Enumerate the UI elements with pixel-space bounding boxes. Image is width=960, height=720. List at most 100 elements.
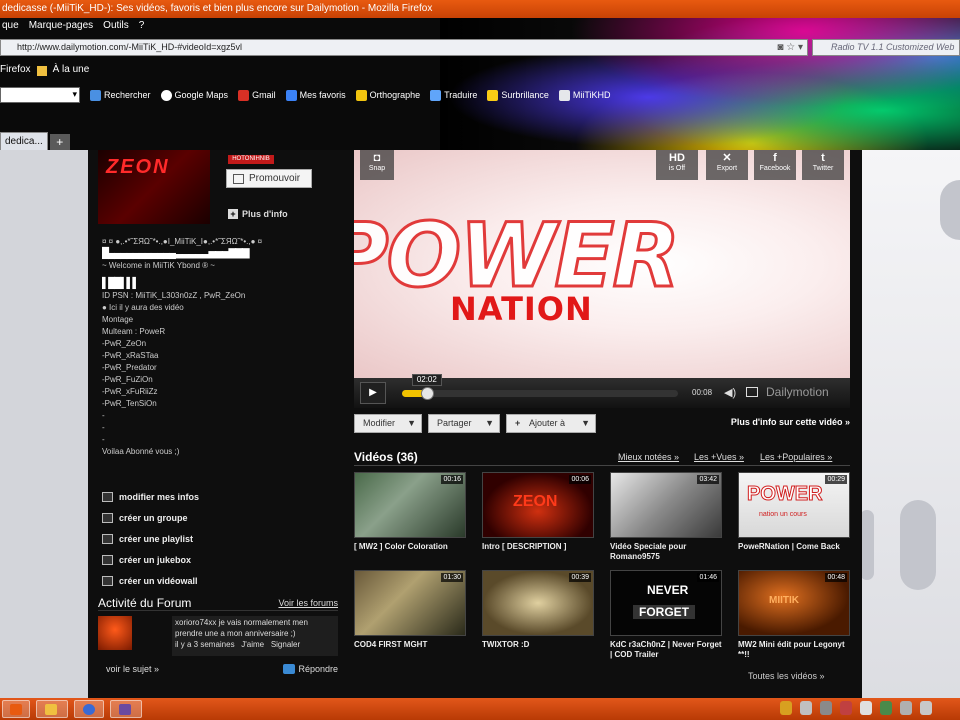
chevron-down-icon: ▼	[407, 418, 416, 428]
hd-toggle-button[interactable]: HD is Off	[656, 150, 698, 180]
view-subject-link[interactable]: voir le sujet »	[106, 664, 159, 674]
more-video-info-link[interactable]: Plus d'info sur cette vidéo »	[731, 417, 850, 427]
video-player[interactable]: POWER NATION ◘ Snap HD is Off ✕ Export f…	[354, 150, 850, 408]
video-title-link[interactable]: Vidéo Speciale pour Romano9575	[610, 542, 726, 562]
tab-active[interactable]: dedica...	[0, 132, 48, 150]
video-thumbnail[interactable]: 01:30	[354, 570, 466, 636]
export-button[interactable]: ✕ Export	[706, 150, 748, 180]
video-title-link[interactable]: COD4 FIRST MGHT	[354, 640, 470, 650]
snap-button[interactable]: ◘ Snap	[360, 150, 394, 180]
navigation-bar: http://www.dailymotion.com/-MiiTiK_HD-#v…	[0, 39, 960, 57]
window-title: dedicasse (-MiiTiK_HD-): Ses vidéos, fav…	[2, 3, 433, 14]
twitter-button[interactable]: t Twitter	[802, 150, 844, 180]
toolbar-item-favorites[interactable]: Mes favoris	[285, 89, 346, 101]
rss-star-icon[interactable]: ◙ ☆ ▾	[777, 40, 803, 55]
bookmark-a-la-une[interactable]: À la une	[53, 64, 90, 76]
all-videos-link[interactable]: Toutes les vidéos »	[748, 671, 825, 681]
bookmark-firefox[interactable]: Firefox	[0, 64, 31, 76]
report-link[interactable]: Signaler	[271, 640, 300, 649]
video-title-link[interactable]: Intro [ DESCRIPTION ]	[482, 542, 598, 552]
profile-action-4[interactable]: créer un vidéowall	[102, 570, 338, 591]
video-frame[interactable]: POWER NATION ◘ Snap HD is Off ✕ Export f…	[354, 150, 850, 378]
tray-icon[interactable]	[800, 701, 812, 715]
video-thumbnail[interactable]: 00:39	[482, 570, 594, 636]
menu-item-tools[interactable]: Outils	[103, 20, 129, 36]
video-thumbnail[interactable]: 00:06 ZEON	[482, 472, 594, 538]
profile-action-3[interactable]: créer un jukebox	[102, 549, 338, 570]
profile-action-label: créer une playlist	[119, 533, 194, 544]
taskbar-button[interactable]	[74, 700, 104, 718]
forum-title: Activité du Forum	[98, 595, 192, 610]
taskbar-button[interactable]	[2, 700, 30, 718]
filter-most-popular[interactable]: Les +Populaires »	[760, 452, 832, 462]
filter-best-rated[interactable]: Mieux notées »	[618, 452, 679, 462]
toolbar-item-spelling[interactable]: Orthographe	[355, 89, 420, 101]
toolbar-item-miitikhd[interactable]: MiiTiKHD	[558, 89, 611, 101]
video-thumbnail[interactable]: 01:46 NEVER FORGET	[610, 570, 722, 636]
taskbar-button[interactable]	[36, 700, 68, 718]
video-title-link[interactable]: [ MW2 ] Color Coloration	[354, 542, 470, 552]
more-info-link[interactable]: + Plus d'info	[228, 209, 288, 219]
volume-icon[interactable]: ◀)	[724, 386, 736, 399]
tray-icon[interactable]	[780, 701, 792, 715]
video-title-link[interactable]: MW2 Mini édit pour Legonyt **!!	[738, 640, 854, 660]
taskbar-button[interactable]	[110, 700, 142, 718]
menu-item-help[interactable]: ?	[139, 20, 145, 36]
video-thumbnail[interactable]: 00:29 POWER nation un cours	[738, 472, 850, 538]
star-icon	[285, 89, 297, 101]
profile-action-0[interactable]: modifier mes infos	[102, 486, 338, 507]
profile-description: ¤ ¤ ●,.•*˜ΣЯΩ˜*•.,●I_MiiTiK_I●,.•*˜ΣЯΩ˜*…	[102, 236, 338, 458]
filter-most-viewed[interactable]: Les +Vues »	[694, 452, 744, 462]
tray-icon[interactable]	[820, 701, 832, 715]
forum-post-body: xorioro74xx je vais normalement men pren…	[172, 616, 338, 656]
progress-bar[interactable]: 02:02	[402, 374, 678, 400]
search-input[interactable]: Radio TV 1.1 Customized Web	[812, 39, 960, 56]
toolbar-item-gmail[interactable]: Gmail	[238, 89, 276, 101]
page-background-right	[860, 150, 960, 698]
add-to-button[interactable]: + Ajouter à ▼	[506, 414, 596, 433]
twitter-icon: t	[821, 152, 825, 164]
profile-action-1[interactable]: créer un groupe	[102, 507, 338, 528]
profile-action-2[interactable]: créer une playlist	[102, 528, 338, 549]
video-title-link[interactable]: TWIXTOR :D	[482, 640, 598, 650]
facebook-button[interactable]: f Facebook	[754, 150, 796, 180]
system-tray	[780, 701, 932, 715]
new-tab-button[interactable]: +	[49, 134, 70, 150]
video-title-link[interactable]: PoweRNation | Come Back	[738, 542, 854, 552]
video-title-link[interactable]: KdC r3aCh0nZ | Never Forget | COD Traile…	[610, 640, 726, 660]
profile-column: ZEON HOTONIHNIB Promouvoir + Plus d'info…	[98, 150, 340, 698]
modify-button[interactable]: Modifier ▼	[354, 414, 422, 433]
toolbar-item-highlight[interactable]: Surbrillance	[487, 89, 549, 101]
url-bar[interactable]: http://www.dailymotion.com/-MiiTiK_HD-#v…	[0, 39, 808, 56]
avatar[interactable]: ZEON	[98, 150, 210, 224]
toolbar-item-translate[interactable]: Traduire	[430, 89, 477, 101]
menu-item-bookmarks[interactable]: Marque-pages	[29, 20, 93, 36]
promote-button[interactable]: Promouvoir	[226, 169, 312, 188]
seek-handle[interactable]	[420, 387, 434, 400]
video-thumbnail[interactable]: 00:48 MIITIK	[738, 570, 850, 636]
highlighter-icon	[487, 89, 499, 101]
tray-icon[interactable]	[840, 701, 852, 715]
toolbar-search-input[interactable]	[0, 87, 80, 103]
video-thumbnail[interactable]: 00:16	[354, 472, 466, 538]
forum-see-all-link[interactable]: Voir les forums	[278, 598, 338, 608]
forum-avatar[interactable]	[98, 616, 132, 650]
menu-item-view[interactable]: que	[2, 20, 19, 36]
app-icon	[10, 704, 22, 715]
reply-button[interactable]: Répondre	[283, 664, 338, 674]
fullscreen-icon[interactable]	[746, 387, 758, 397]
dailymotion-logo[interactable]: Dailymotion	[766, 385, 829, 399]
profile-action-label: créer un jukebox	[119, 554, 192, 565]
like-link[interactable]: J'aime	[241, 640, 264, 649]
tray-icon[interactable]	[880, 701, 892, 715]
video-thumbnail[interactable]: 03:42	[610, 472, 722, 538]
share-button[interactable]: Partager ▼	[428, 414, 500, 433]
tray-icon[interactable]	[920, 701, 932, 715]
bio-line: █▄▄▄▄▄▄▄▄▄▄▄▃▃▃▃▃▅▅▅▇▇▇	[102, 248, 250, 259]
tray-icon[interactable]	[860, 701, 872, 715]
toolbar-search-button[interactable]: Rechercher	[90, 89, 151, 101]
tray-icon[interactable]	[900, 701, 912, 715]
speech-bubble-icon	[283, 664, 296, 674]
play-button[interactable]: ▶	[360, 382, 386, 404]
toolbar-item-google-maps[interactable]: Google Maps	[160, 89, 228, 101]
